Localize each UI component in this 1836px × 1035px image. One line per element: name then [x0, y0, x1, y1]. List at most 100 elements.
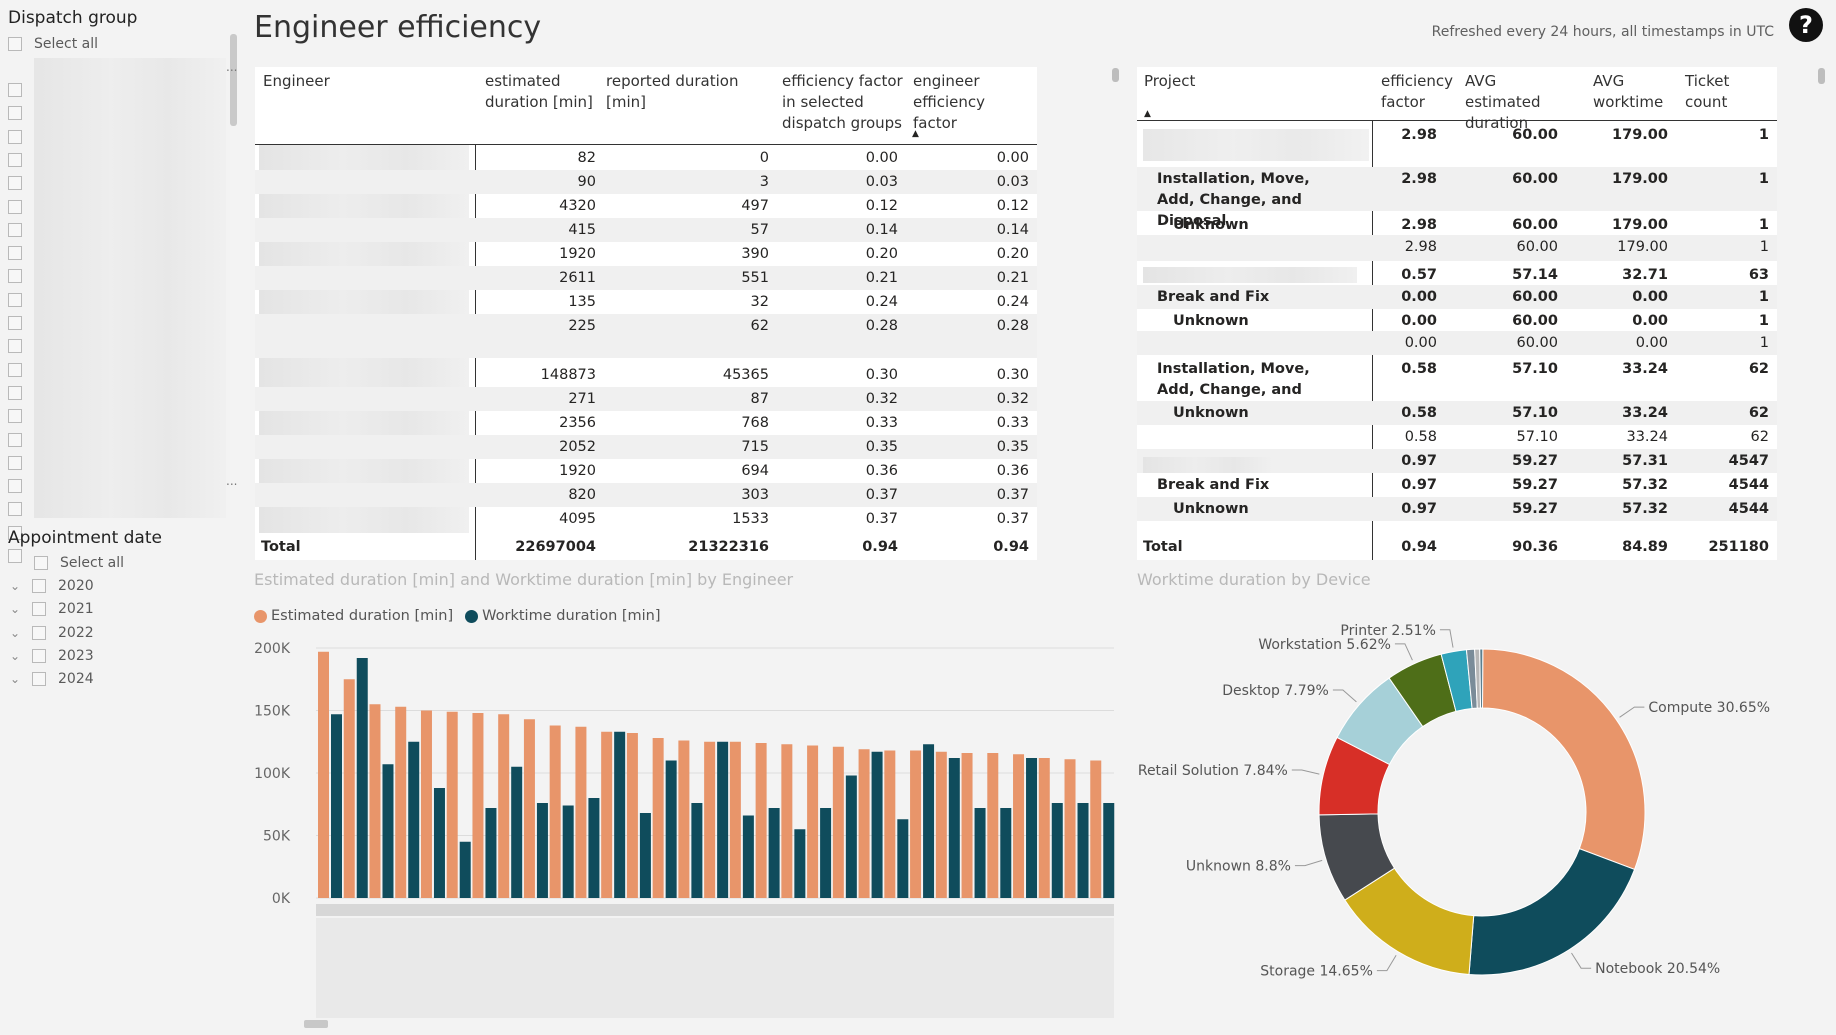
- table-row[interactable]: Unknown 2.98 60.00 179.00 1: [1137, 213, 1777, 235]
- col-project[interactable]: Project: [1144, 71, 1195, 92]
- table-row[interactable]: 135 32 0.24 0.24: [255, 290, 1037, 314]
- dispatch-group-checkbox[interactable]: [8, 176, 22, 191]
- table-row[interactable]: 820 303 0.37 0.37: [255, 483, 1037, 507]
- chevron-down-icon[interactable]: ⌄: [10, 649, 20, 663]
- col-eng-eff[interactable]: engineer efficiency factor: [913, 71, 1033, 134]
- date-select-all[interactable]: Select all: [34, 555, 124, 571]
- col-eff-selected[interactable]: efficiency factor in selected dispatch g…: [782, 71, 910, 134]
- dispatch-group-checkbox[interactable]: [8, 385, 22, 400]
- y-tick-label: 100K: [254, 766, 291, 782]
- table-cell: 62: [1750, 429, 1769, 445]
- worktime-bar: [511, 766, 523, 898]
- slice-label: Compute 30.65%: [1648, 700, 1770, 716]
- estimated-bar: [472, 713, 484, 898]
- legend-estimated-label[interactable]: Estimated duration [min]: [271, 608, 453, 624]
- checkbox[interactable]: [32, 672, 46, 687]
- dispatch-group-checkbox[interactable]: [8, 269, 22, 284]
- table-cell: 57.32: [1622, 501, 1668, 517]
- table-row[interactable]: 90 3 0.03 0.03: [255, 170, 1037, 194]
- table-cell: 1: [1758, 289, 1769, 305]
- donut-slice[interactable]: [1479, 648, 1484, 709]
- dispatch-group-checkbox[interactable]: [8, 199, 22, 214]
- chevron-down-icon[interactable]: ⌄: [10, 626, 20, 640]
- leader-line: [1291, 769, 1320, 775]
- dispatch-group-checkbox[interactable]: [8, 83, 22, 97]
- table-row[interactable]: 2611 551 0.21 0.21: [255, 266, 1037, 290]
- year-item[interactable]: ⌄ 2023: [10, 648, 94, 664]
- table-row[interactable]: 1920 694 0.36 0.36: [255, 459, 1037, 483]
- table-row[interactable]: 1920 390 0.20 0.20: [255, 242, 1037, 266]
- chevron-down-icon[interactable]: ⌄: [10, 579, 20, 593]
- col-estimated[interactable]: estimated duration [min]: [485, 71, 595, 113]
- dispatch-group-checkbox[interactable]: [8, 479, 22, 494]
- table-row[interactable]: 225 62 0.28 0.28: [255, 314, 1037, 358]
- table-row[interactable]: Installation, Move, Add, Change, and Dis…: [1137, 167, 1777, 229]
- dispatch-group-checkbox[interactable]: [8, 432, 22, 447]
- dispatch-select-all[interactable]: Select all: [8, 36, 98, 52]
- table-row[interactable]: 4095 1533 0.37 0.37: [255, 507, 1037, 531]
- worktime-bar: [485, 808, 497, 898]
- table-row[interactable]: Break and Fix 0.97 59.27 57.32 4544: [1137, 473, 1777, 497]
- table-cell: 63: [1748, 267, 1769, 283]
- dispatch-group-checkbox[interactable]: [8, 246, 22, 261]
- dispatch-group-checkbox[interactable]: [8, 316, 22, 330]
- legend-worktime-label[interactable]: Worktime duration [min]: [482, 608, 660, 624]
- table-cell: 60.00: [1516, 239, 1558, 255]
- dispatch-group-checkbox[interactable]: [8, 292, 22, 307]
- dispatch-group-checkbox[interactable]: [8, 106, 22, 121]
- worktime-bar: [691, 803, 703, 898]
- table-row[interactable]: Unknown 0.97 59.27 57.32 4544: [1137, 497, 1777, 521]
- table-row[interactable]: 148873 45365 0.30 0.30: [255, 363, 1037, 387]
- col-efficiency[interactable]: efficiency factor: [1381, 71, 1453, 113]
- checkbox[interactable]: [32, 602, 46, 617]
- dispatch-group-checkbox[interactable]: [8, 222, 22, 237]
- checkbox[interactable]: [32, 579, 46, 593]
- checkbox[interactable]: [32, 625, 46, 640]
- dispatch-group-checkbox[interactable]: [8, 502, 22, 517]
- donut-slice[interactable]: [1468, 847, 1636, 976]
- table-row[interactable]: 415 57 0.14 0.14: [255, 218, 1037, 242]
- year-item[interactable]: ⌄ 2022: [10, 625, 94, 641]
- table-row[interactable]: Installation, Move, Add, Change, and Dis…: [1137, 357, 1777, 419]
- dispatch-group-checkbox[interactable]: [8, 152, 22, 167]
- dispatch-group-checkbox[interactable]: [8, 455, 22, 470]
- year-item[interactable]: ⌄ 2024: [10, 671, 94, 687]
- table-row[interactable]: 2052 715 0.35 0.35: [255, 435, 1037, 459]
- table-row[interactable]: 4320 497 0.12 0.12: [255, 194, 1037, 218]
- col-avg-worktime[interactable]: AVG worktime: [1593, 71, 1669, 113]
- table-row[interactable]: 2.98 60.00 179.00 1: [1137, 235, 1777, 261]
- checkbox[interactable]: [34, 556, 48, 570]
- col-ticket-count[interactable]: Ticket count: [1685, 71, 1775, 113]
- col-reported[interactable]: reported duration [min]: [606, 71, 776, 113]
- chevron-down-icon[interactable]: ⌄: [10, 602, 20, 616]
- dispatch-scrollbar[interactable]: [230, 34, 237, 126]
- engineer-table-scrollbar[interactable]: [1112, 68, 1119, 82]
- dispatch-group-checkbox[interactable]: [8, 409, 22, 424]
- table-row[interactable]: 0.00 60.00 0.00 1: [1137, 331, 1777, 355]
- checkbox[interactable]: [32, 648, 46, 663]
- table-row[interactable]: 0.58 57.10 33.24 62: [1137, 425, 1777, 449]
- help-icon[interactable]: ?: [1789, 8, 1823, 42]
- checkbox[interactable]: [8, 37, 22, 51]
- table-cell: 1920: [559, 463, 596, 479]
- project-table-scrollbar[interactable]: [1818, 68, 1825, 84]
- table-row[interactable]: Unknown 0.58 57.10 33.24 62: [1137, 401, 1777, 425]
- total-row: Total 22697004 21322316 0.94 0.94: [255, 535, 1037, 559]
- table-row[interactable]: Unknown 0.00 60.00 0.00 1: [1137, 309, 1777, 331]
- dispatch-group-checkbox[interactable]: [8, 549, 22, 563]
- table-cell: 3: [759, 174, 769, 190]
- table-row[interactable]: Break and Fix 0.00 60.00 0.00 1: [1137, 285, 1777, 309]
- year-item[interactable]: ⌄ 2020: [10, 578, 94, 594]
- donut-slice[interactable]: [1482, 648, 1646, 871]
- estimated-bar: [961, 753, 973, 898]
- dispatch-group-checkbox[interactable]: [8, 339, 22, 354]
- dispatch-group-checkbox[interactable]: [8, 129, 22, 144]
- table-row[interactable]: 271 87 0.32 0.32: [255, 387, 1037, 411]
- table-row[interactable]: 2356 768 0.33 0.33: [255, 411, 1037, 435]
- table-row[interactable]: 82 0 0.00 0.00: [255, 146, 1037, 170]
- chevron-down-icon[interactable]: ⌄: [10, 672, 20, 686]
- col-engineer[interactable]: Engineer: [263, 71, 330, 92]
- table-cell: 0.28: [996, 318, 1029, 334]
- year-item[interactable]: ⌄ 2021: [10, 601, 94, 617]
- dispatch-group-checkbox[interactable]: [8, 362, 22, 377]
